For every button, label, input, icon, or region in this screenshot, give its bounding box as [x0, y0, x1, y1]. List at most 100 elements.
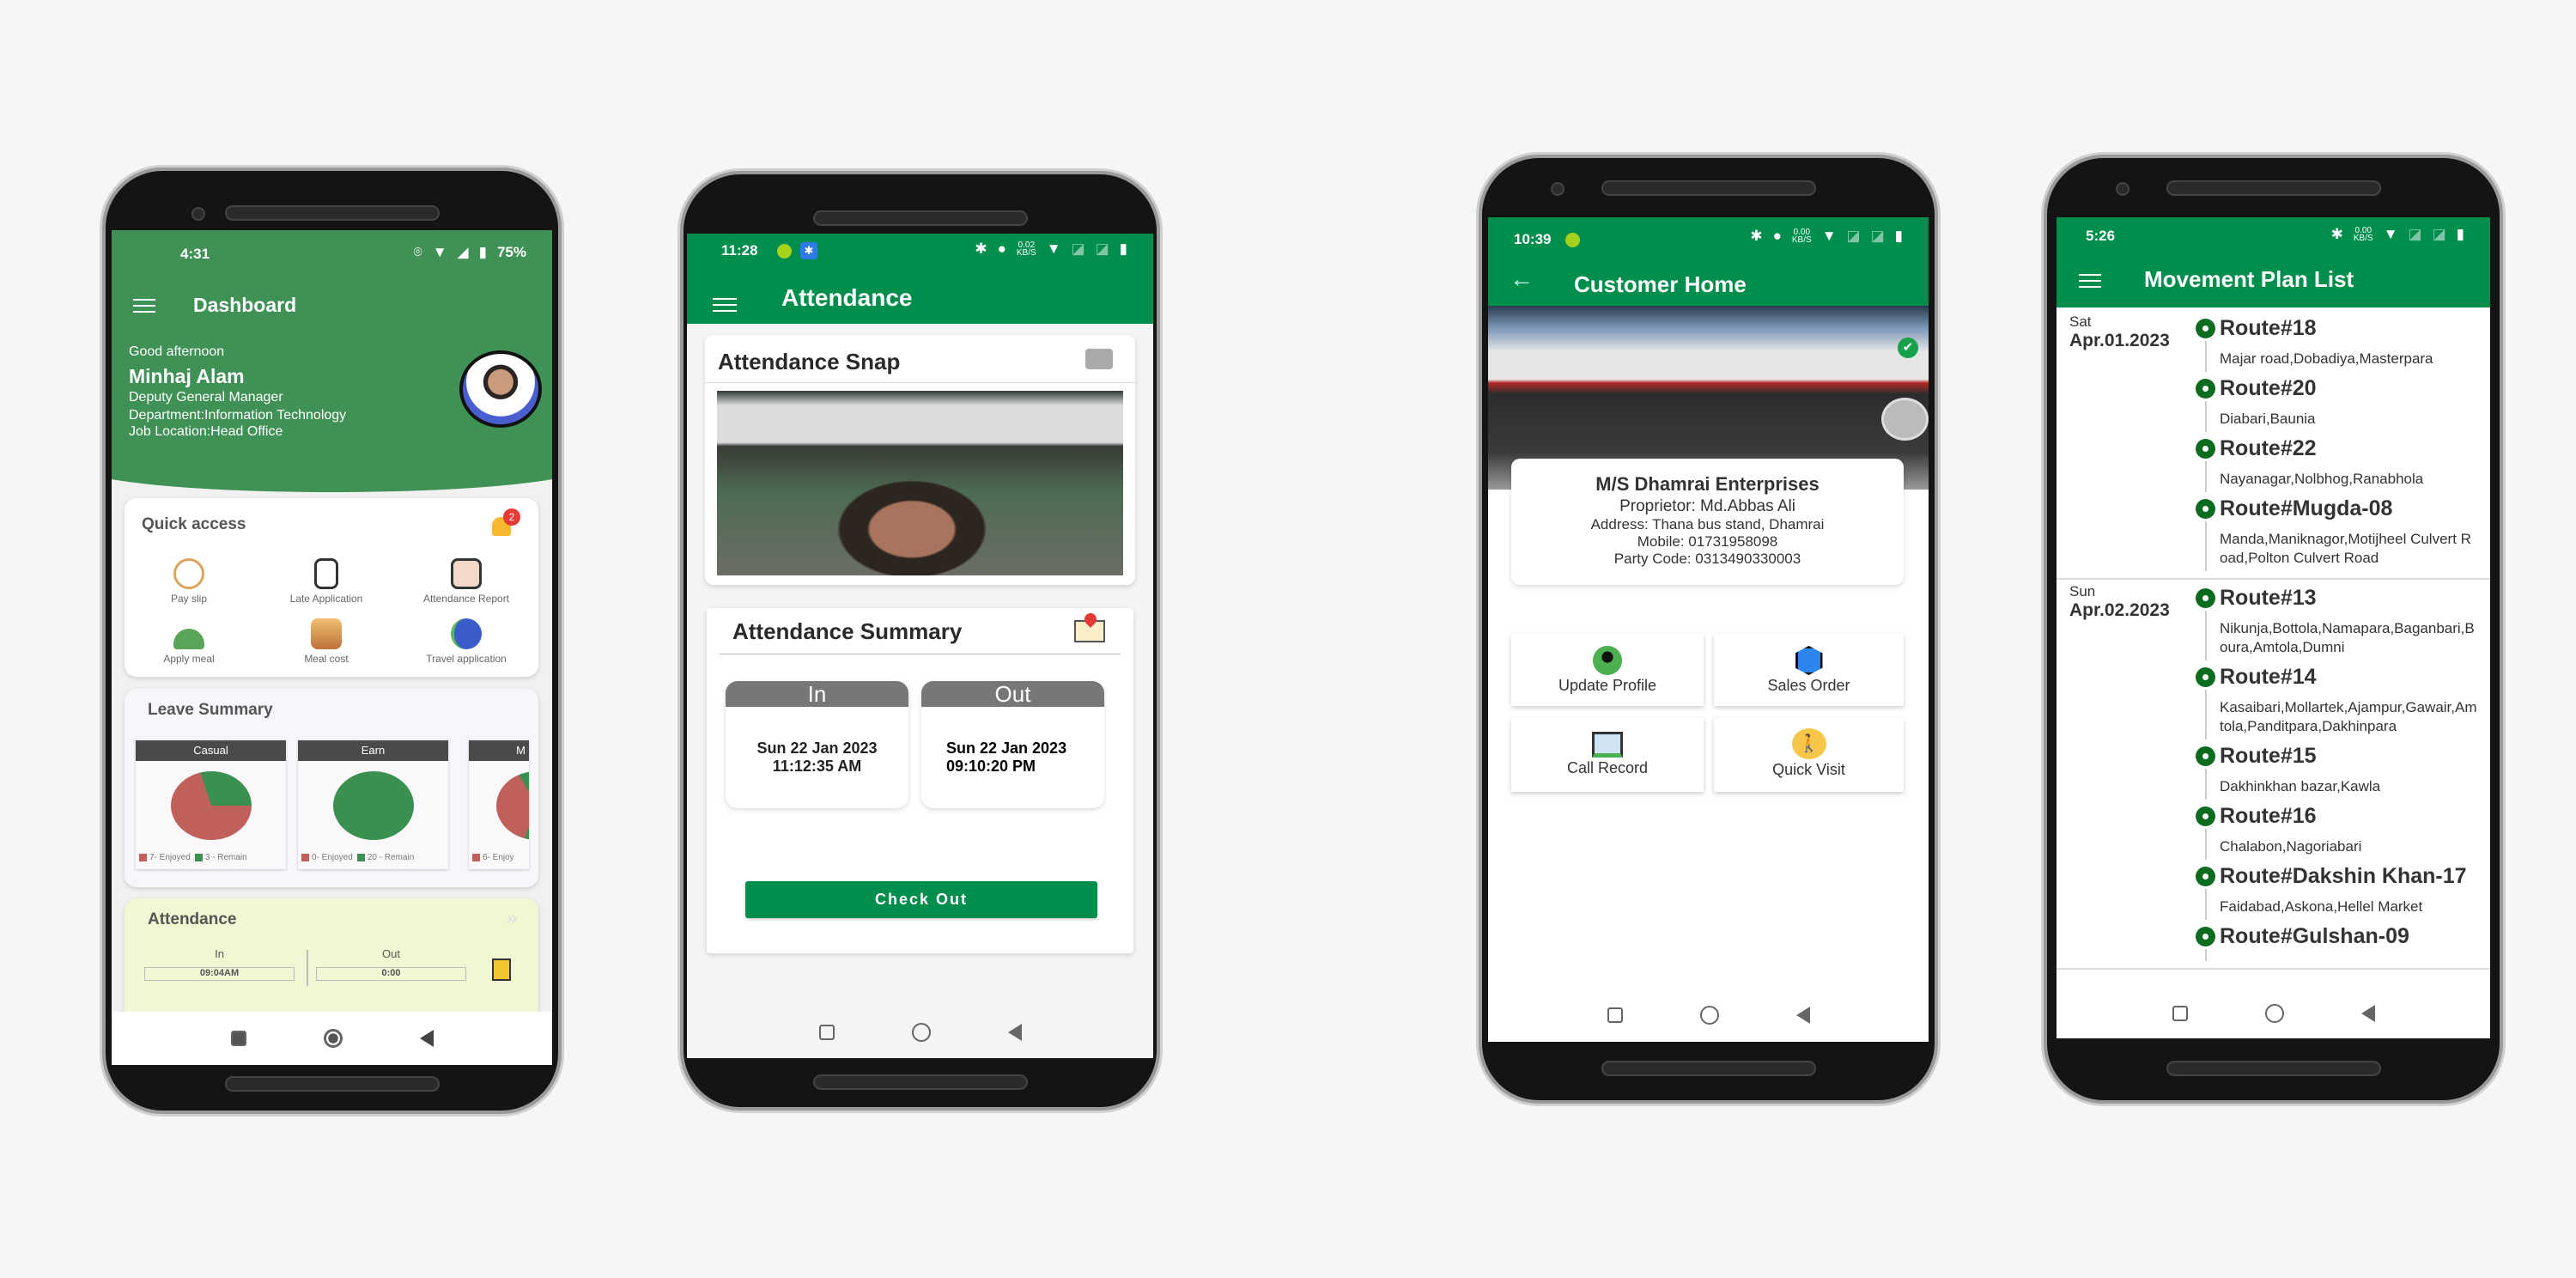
day-group: Sun Apr.02.2023 Route#13 Nikunja,Bottola,Na… — [2057, 580, 2490, 970]
quick-access-apply-meal[interactable]: Apply meal — [120, 618, 258, 665]
menu-icon[interactable] — [2079, 274, 2101, 288]
remain-count: 20 - Remain — [367, 853, 415, 862]
earpiece — [812, 210, 1028, 226]
route-item[interactable]: Route#18 Majar road,Dobadiya,Masterpara — [2194, 313, 2477, 374]
dashboard-screen: 4:31 ⌾ ▼ ◢ ▮ 75% Dashboard Good afternoon Mi… — [112, 230, 552, 1065]
menu-icon[interactable] — [713, 298, 737, 312]
wifi-icon: ▼ — [2383, 226, 2398, 242]
attendance-summary-card: Attendance Summary In Sun 22 Jan 2023 11… — [707, 608, 1133, 953]
customer-info-card: M/S Dhamrai Enterprises Proprietor: Md.A… — [1511, 459, 1904, 585]
page-title: Dashboard — [193, 294, 297, 316]
route-areas: Kasaibari,Mollartek,Ajampur,Gawair,Amtol… — [2220, 699, 2477, 734]
day-group: Sat Apr.01.2023 Route#18 Majar road,Dobadiy… — [2057, 310, 2490, 580]
route-item[interactable]: Route#15 Dakhinkhan bazar,Kawla — [2194, 741, 2477, 801]
in-time: 09:04AM — [144, 967, 295, 981]
menu-icon[interactable] — [133, 299, 155, 313]
movement-plan-screen: 5:26 ✱ 0.00 KB/S ▼ ◪ ◪ ▮ Movement Plan List Sa… — [2057, 217, 2490, 1038]
route-connector — [2205, 690, 2207, 739]
route-item[interactable]: Route#Mugda-08 Manda,Maniknagor,Motijheel… — [2194, 494, 2477, 573]
verified-check-icon: ✔ — [1898, 338, 1918, 358]
route-marker-icon — [2196, 867, 2215, 886]
call-record-button[interactable]: Call Record — [1511, 718, 1704, 792]
travel-icon — [451, 618, 482, 649]
back-button[interactable] — [2360, 1005, 2375, 1022]
header-divider — [705, 382, 1135, 383]
route-item[interactable]: Route#13 Nikunja,Bottola,Namapara,Baganba… — [2194, 583, 2477, 662]
route-name: Route#Dakshin Khan-17 — [2220, 864, 2467, 888]
route-connector — [2205, 521, 2207, 571]
route-connector — [2205, 611, 2207, 660]
quick-visit-button[interactable]: 🚶 Quick Visit — [1714, 718, 1904, 792]
attendance-selfie-photo[interactable] — [717, 391, 1123, 575]
status-bar: 10:39 ✱ ● 0.00 KB/S ▼ ◪ ◪ ▮ — [1488, 217, 1929, 265]
notification-badge: 2 — [503, 508, 520, 526]
network-speed: 0.00 KB/S — [1792, 228, 1812, 245]
recents-button[interactable] — [1607, 1007, 1623, 1023]
route-marker-icon — [2196, 746, 2215, 766]
camera-icon[interactable] — [1881, 398, 1929, 441]
quick-access-pay-slip[interactable]: Pay slip — [120, 558, 258, 605]
quick-access-travel-application[interactable]: Travel application — [398, 618, 535, 665]
recents-button[interactable] — [818, 1025, 835, 1040]
leave-legend: 7- Enjoyed 3 - Remain — [136, 853, 286, 862]
recents-button[interactable] — [230, 1031, 246, 1046]
sales-order-button[interactable]: Sales Order — [1714, 634, 1904, 706]
quick-access-meal-cost[interactable]: Meal cost — [258, 618, 395, 665]
route-item[interactable]: Route#14 Kasaibari,Mollartek,Ajampur,Gawa… — [2194, 662, 2477, 741]
route-connector — [2205, 341, 2207, 372]
camera-icon[interactable] — [1085, 349, 1113, 369]
day-name: Sat — [2069, 313, 2092, 330]
route-name: Route#14 — [2220, 665, 2317, 689]
system-nav-bar — [112, 1012, 552, 1065]
back-arrow-icon[interactable]: ← — [1510, 265, 1534, 293]
leave-card-earn[interactable]: Earn 0- Enjoyed 20 - Remain — [298, 740, 448, 869]
home-button[interactable] — [323, 1029, 343, 1048]
back-button[interactable] — [1795, 1007, 1810, 1024]
phone-movement-plan: 5:26 ✱ 0.00 KB/S ▼ ◪ ◪ ▮ Movement Plan List Sa… — [2044, 155, 2503, 1104]
page-title: Customer Home — [1574, 271, 1747, 297]
home-button[interactable] — [911, 1023, 931, 1042]
quick-access-attendance-report[interactable]: Attendance Report — [398, 558, 535, 605]
back-button[interactable] — [1007, 1024, 1022, 1041]
quick-access-label: Late Application — [289, 593, 363, 605]
location-icon: ⌾ — [413, 244, 422, 260]
network-speed: 0.02 KB/S — [1017, 241, 1036, 258]
leave-card-casual[interactable]: Casual 7- Enjoyed 3 - Remain — [136, 740, 286, 869]
leave-pie-casual — [170, 771, 252, 840]
update-profile-icon — [1593, 646, 1622, 675]
avatar[interactable] — [459, 350, 542, 428]
department: Department:Information Technology — [129, 408, 347, 423]
no-sim-icon: ◪ — [1095, 240, 1109, 257]
movement-plan-list[interactable]: Sat Apr.01.2023 Route#18 Majar road,Dobadiy… — [2057, 310, 2490, 989]
summary-title: Attendance Summary — [732, 618, 963, 644]
id-card-icon[interactable] — [492, 958, 511, 981]
leave-pie-earn — [332, 771, 414, 840]
divider — [307, 950, 308, 986]
back-button[interactable] — [419, 1030, 434, 1047]
leave-card-partial[interactable]: M 6- Enjoy — [469, 740, 529, 869]
sales-order-icon — [1795, 646, 1823, 675]
home-button[interactable] — [2264, 1004, 2284, 1023]
quick-access-late-application[interactable]: Late Application — [258, 558, 395, 605]
check-out-box: Out Sun 22 Jan 2023 09:10:20 PM — [921, 681, 1104, 808]
recents-button[interactable] — [2172, 1006, 2188, 1021]
status-time: 5:26 — [2086, 228, 2116, 244]
route-marker-icon — [2196, 499, 2215, 519]
route-connector — [2205, 769, 2207, 800]
update-profile-button[interactable]: Update Profile — [1511, 634, 1704, 706]
route-item[interactable]: Route#22 Nayanagar,Nolbhog,Ranabhola — [2194, 434, 2477, 494]
route-item[interactable]: Route#20 Diabari,Baunia — [2194, 374, 2477, 434]
check-out-button[interactable]: Check Out — [745, 881, 1097, 918]
route-item[interactable]: Route#Gulshan-09 — [2194, 922, 2477, 963]
wifi-icon: ▼ — [1821, 228, 1837, 244]
attendance-title: Attendance — [148, 910, 237, 928]
page-title: Movement Plan List — [2144, 266, 2354, 292]
snap-title: Attendance Snap — [718, 349, 901, 374]
customer-home-screen: 10:39 ✱ ● 0.00 KB/S ▼ ◪ ◪ ▮ ← Customer Home ✔ M… — [1488, 217, 1929, 1042]
phone-customer-home: 10:39 ✱ ● 0.00 KB/S ▼ ◪ ◪ ▮ ← Customer Home ✔ M… — [1479, 155, 1938, 1104]
home-button[interactable] — [1699, 1006, 1719, 1025]
bottom-speaker — [1601, 1061, 1816, 1076]
route-item[interactable]: Route#Dakshin Khan-17 Faidabad,Askona,Hel… — [2194, 861, 2477, 922]
chevron-right-icon[interactable]: » — [507, 907, 517, 929]
route-item[interactable]: Route#16 Chalabon,Nagoriabari — [2194, 801, 2477, 861]
